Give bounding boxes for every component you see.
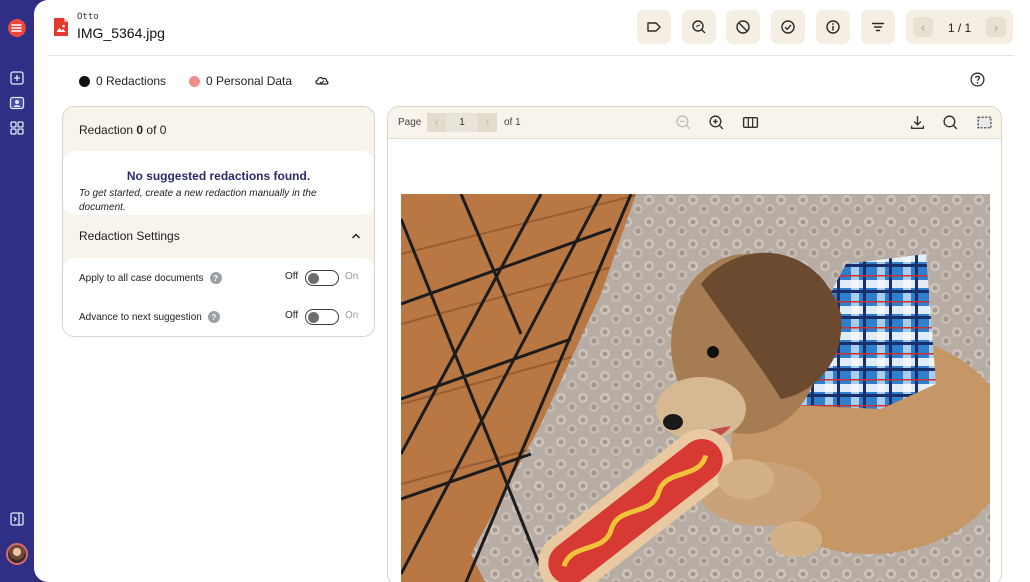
apply-all-toggle[interactable]: [305, 270, 339, 286]
redaction-counter: Redaction 0 of 0: [79, 123, 167, 137]
page-total: of 1: [504, 117, 521, 128]
filter-button[interactable]: [861, 10, 895, 44]
advance-next-toggle[interactable]: [305, 309, 339, 325]
filter-icon: [871, 22, 885, 32]
setting-advance-next: Advance to next suggestion ?: [79, 311, 220, 323]
redaction-settings: Apply to all case documents ? Off On Adv…: [63, 258, 374, 336]
area-select-icon[interactable]: [976, 114, 993, 131]
approve-button[interactable]: [771, 10, 805, 44]
document-owner: Otto: [77, 12, 99, 22]
redaction-panel: Redaction 0 of 0 No suggested redactions…: [62, 106, 375, 337]
redaction-dot: [79, 75, 90, 87]
empty-state: No suggested redactions found. To get st…: [63, 151, 374, 215]
document-pager: ‹ 1 / 1 ›: [906, 10, 1013, 44]
image-file-icon: [54, 18, 68, 36]
chevron-right-icon[interactable]: ›: [986, 17, 1006, 37]
user-avatar[interactable]: [6, 543, 28, 565]
search-redact-icon: [692, 20, 706, 34]
search-redact-button[interactable]: [682, 10, 716, 44]
viewer-toolbar: Page ‹ 1 › of 1: [388, 107, 1001, 139]
columns-icon[interactable]: [742, 114, 759, 131]
sidebar: [0, 0, 34, 582]
block-icon: [736, 20, 750, 34]
page-number-input[interactable]: 1: [446, 113, 478, 132]
page-label: Page: [398, 117, 422, 128]
redaction-settings-title[interactable]: Redaction Settings: [79, 229, 180, 243]
next-page-button[interactable]: ›: [478, 113, 497, 132]
tag-button[interactable]: [637, 10, 671, 44]
info-button[interactable]: [816, 10, 850, 44]
personal-data-count: 0 Personal Data: [189, 74, 292, 88]
cloud-sync-icon[interactable]: [314, 73, 330, 87]
document-image[interactable]: [401, 194, 990, 582]
chevron-up-icon[interactable]: [351, 231, 361, 241]
zoom-in-icon[interactable]: [708, 114, 725, 131]
tag-icon: [647, 22, 661, 32]
info-icon: [826, 20, 840, 34]
header-divider: [48, 55, 1014, 56]
sidebar-toggle-icon[interactable]: [9, 511, 25, 527]
redactions-label: 0 Redactions: [96, 74, 167, 88]
help-circle-icon[interactable]: [970, 72, 985, 87]
personal-data-label: 0 Personal Data: [206, 74, 293, 88]
help-icon[interactable]: ?: [209, 272, 222, 284]
setting-apply-all: Apply to all case documents ?: [79, 272, 222, 284]
redactions-count: 0 Redactions: [79, 74, 166, 88]
block-button[interactable]: [726, 10, 760, 44]
apps-grid-icon[interactable]: [9, 120, 25, 136]
prev-page-button[interactable]: ‹: [427, 113, 446, 132]
app-logo-icon[interactable]: [7, 18, 27, 38]
download-icon[interactable]: [909, 114, 926, 131]
document-title: IMG_5364.jpg: [77, 25, 165, 41]
main-content: Otto IMG_5364.jpg ‹ 1 / 1 › 0 Redactions…: [34, 0, 1030, 582]
personal-data-dot: [189, 75, 200, 87]
puppy-photo: [401, 194, 990, 582]
check-circle-icon: [781, 20, 795, 34]
empty-state-title: No suggested redactions found.: [126, 169, 311, 183]
document-viewer: Page ‹ 1 › of 1: [387, 106, 1002, 582]
add-document-icon[interactable]: [9, 70, 25, 86]
help-icon[interactable]: ?: [207, 311, 220, 323]
empty-state-subtitle: To get started, create a new redaction m…: [79, 188, 317, 213]
search-icon[interactable]: [942, 114, 959, 131]
zoom-out-icon[interactable]: [675, 114, 692, 131]
contact-card-icon[interactable]: [9, 95, 25, 111]
